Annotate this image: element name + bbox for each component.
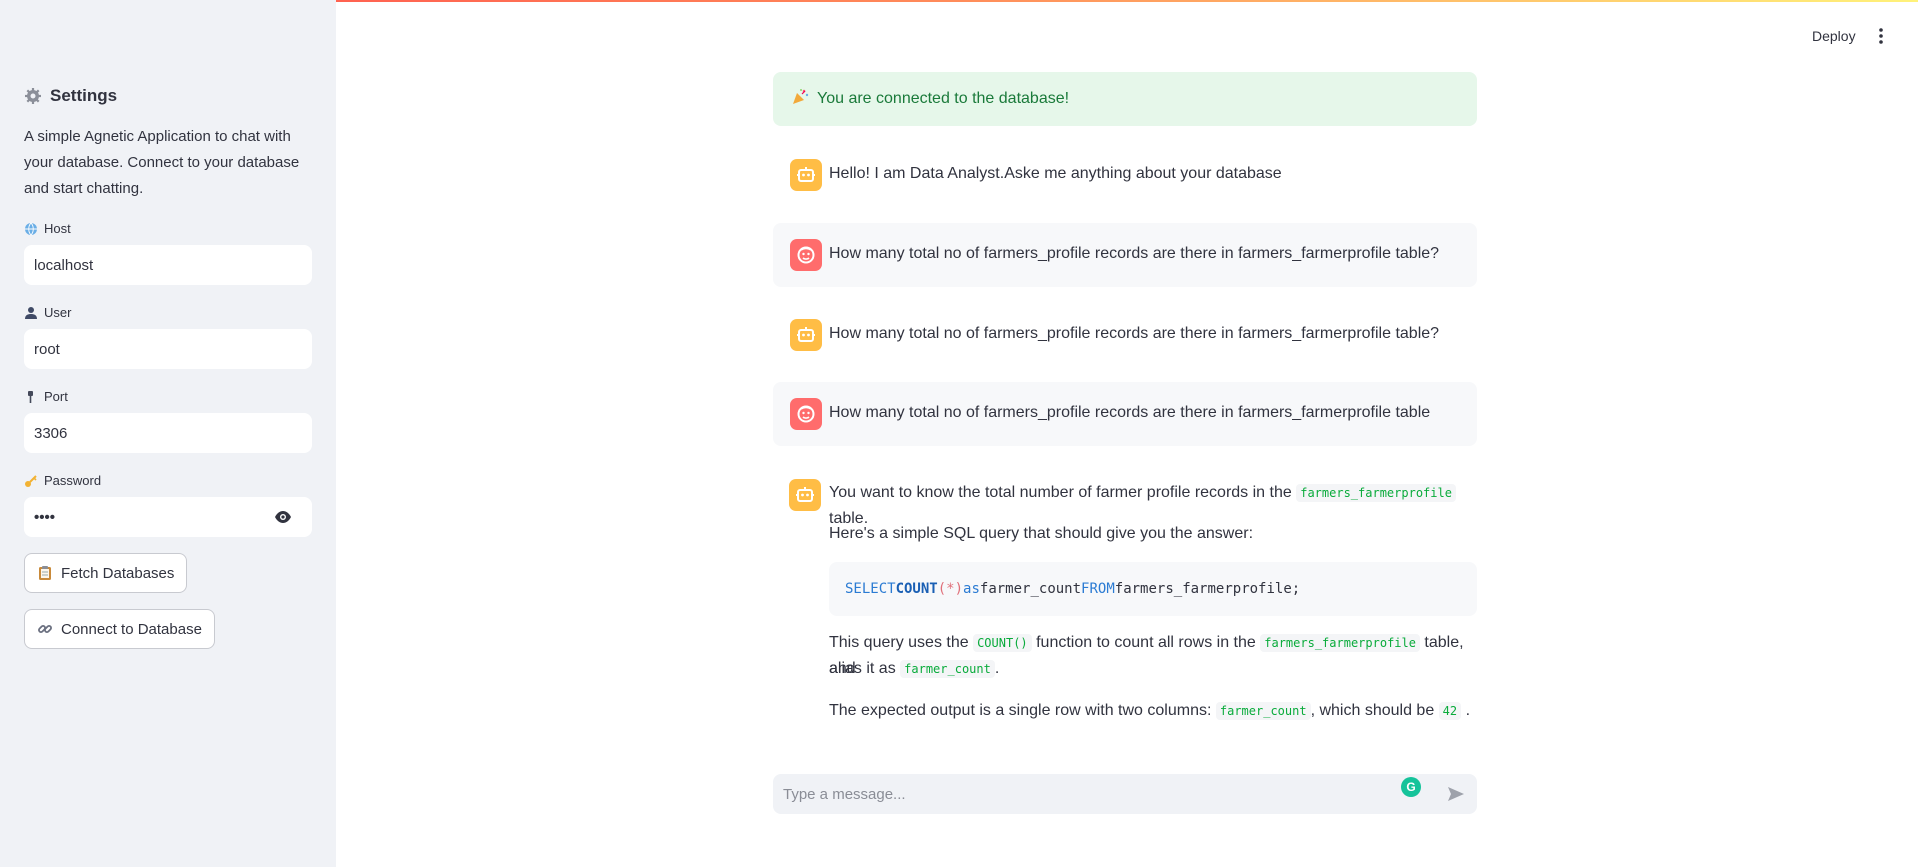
- fetch-databases-label: Fetch Databases: [61, 564, 175, 582]
- answer-text: .: [994, 660, 1000, 677]
- inline-code: COUNT(): [973, 634, 1032, 652]
- user-input[interactable]: root: [24, 329, 312, 369]
- key-icon: [24, 474, 38, 488]
- password-input[interactable]: ••••: [24, 497, 312, 537]
- bot-avatar-icon: [790, 159, 822, 191]
- send-icon[interactable]: [1446, 784, 1466, 804]
- eye-icon[interactable]: [274, 509, 292, 525]
- chat-message-assistant: Hello! I am Data Analyst.Aske me anythin…: [773, 148, 1477, 202]
- connect-database-button[interactable]: Connect to Database: [24, 609, 215, 649]
- success-alert: You are connected to the database!: [773, 72, 1477, 126]
- chat-message-assistant: How many total no of farmers_profile rec…: [773, 308, 1477, 362]
- password-label-text: Password: [44, 473, 102, 488]
- answer-text: The expected output is a single row with…: [829, 702, 1212, 719]
- message-text: Hello! I am Data Analyst.Aske me anythin…: [829, 165, 1282, 182]
- message-text: How many total no of farmers_profile rec…: [829, 404, 1431, 421]
- user-icon: [24, 306, 38, 320]
- answer-line-5: The expected output is a single row with…: [829, 698, 1470, 724]
- user-avatar-icon: [790, 398, 822, 430]
- host-label: Host: [24, 221, 71, 236]
- connect-database-label: Connect to Database: [61, 620, 202, 638]
- answer-text: alias it as: [829, 660, 896, 677]
- answer-text: , which should be: [1310, 702, 1435, 719]
- answer-line-4: alias it as farmer_count.: [829, 656, 999, 682]
- sql-keyword: SELECT: [845, 581, 896, 597]
- sql-args: (*): [937, 581, 964, 597]
- user-label: User: [24, 305, 71, 320]
- sidebar: Settings A simple Agnetic Application to…: [0, 0, 336, 867]
- answer-text: .: [1465, 702, 1471, 719]
- grammarly-icon[interactable]: G: [1401, 777, 1421, 797]
- party-icon: [791, 88, 809, 111]
- bot-avatar-icon: [789, 479, 821, 511]
- bot-avatar-icon: [790, 319, 822, 351]
- host-label-text: Host: [44, 221, 71, 236]
- link-icon: [37, 621, 53, 637]
- host-input[interactable]: localhost: [24, 245, 312, 285]
- sql-table: farmers_farmerprofile;: [1114, 581, 1301, 597]
- answer-text: You want to know the total number of far…: [829, 484, 1292, 501]
- inline-code: farmer_count: [1215, 702, 1311, 720]
- sql-keyword: FROM: [1081, 581, 1115, 597]
- globe-icon: [24, 222, 38, 236]
- fetch-databases-button[interactable]: Fetch Databases: [24, 553, 188, 593]
- sidebar-header: Settings: [24, 86, 117, 106]
- sidebar-description: A simple Agnetic Application to chat wit…: [24, 128, 300, 197]
- user-avatar-icon: [790, 239, 822, 271]
- more-menu-icon[interactable]: [1876, 27, 1886, 45]
- port-input[interactable]: 3306: [24, 413, 312, 453]
- sql-code-block: SELECT COUNT (*) as farmer_count FROM far…: [829, 562, 1477, 616]
- sidebar-title: Settings: [50, 86, 118, 105]
- success-text: You are connected to the database!: [817, 90, 1070, 107]
- chat-message-user: How many total no of farmers_profile rec…: [773, 223, 1477, 287]
- inline-code: farmer_count: [900, 660, 995, 678]
- port-label: Port: [24, 389, 68, 404]
- sql-alias: farmer_count: [979, 581, 1082, 597]
- gear-icon: [24, 87, 42, 105]
- chat-input-placeholder: Type a message...: [783, 785, 906, 803]
- inline-code: farmers_farmerprofile: [1296, 484, 1456, 502]
- sql-keyword: as: [963, 581, 980, 597]
- message-text: How many total no of farmers_profile rec…: [829, 325, 1440, 342]
- deploy-button[interactable]: Deploy: [1812, 28, 1856, 44]
- password-value: ••••: [34, 508, 56, 526]
- sql-function: COUNT: [895, 581, 938, 597]
- answer-text: This query uses the: [829, 634, 969, 651]
- clipboard-icon: [37, 565, 53, 581]
- message-text: How many total no of farmers_profile rec…: [829, 245, 1440, 262]
- chat-input[interactable]: Type a message...: [773, 774, 1477, 814]
- inline-code: farmers_farmerprofile: [1260, 634, 1420, 652]
- inline-code: 42: [1438, 702, 1462, 720]
- user-label-text: User: [44, 305, 72, 320]
- password-label: Password: [24, 473, 101, 488]
- port-label-text: Port: [44, 389, 68, 404]
- chat-message-user: How many total no of farmers_profile rec…: [773, 382, 1477, 446]
- answer-text: function to count all rows in the: [1036, 634, 1256, 651]
- answer-line-2: Here's a simple SQL query that should gi…: [829, 525, 1254, 542]
- pin-icon: [24, 390, 38, 404]
